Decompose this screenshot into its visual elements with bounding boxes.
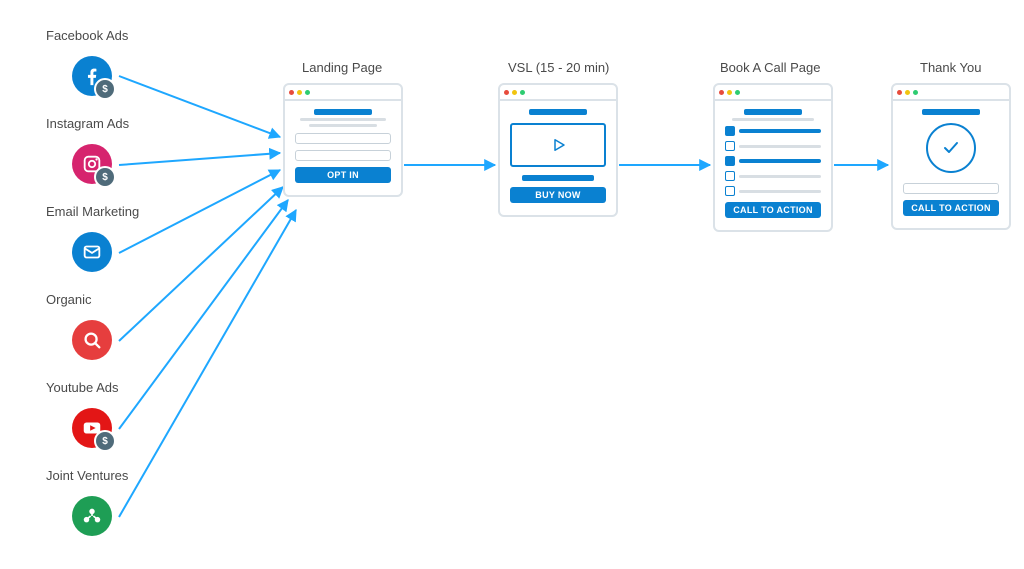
dollar-badge-icon: $ [94,78,116,100]
checklist-row [725,141,821,151]
facebook-icon: $ [72,56,112,96]
page-title-vsl: VSL (15 - 20 min) [508,60,609,75]
form-field-placeholder [295,133,391,144]
video-placeholder [510,123,606,167]
youtube-icon: $ [72,408,112,448]
browser-chrome [285,85,401,101]
checklist-row [725,186,821,196]
traffic-source-label-organic: Organic [46,292,92,307]
page-card-bookcall: CALL TO ACTION [713,83,833,232]
heading-placeholder [314,109,372,115]
browser-chrome [893,85,1009,101]
subheading-placeholder [522,175,594,181]
funnel-diagram: Facebook Ads $ Instagram Ads $ Email Mar… [0,0,1024,569]
page-card-thankyou: CALL TO ACTION [891,83,1011,230]
arrow-organic-to-landing [119,187,283,341]
success-check-icon [926,123,976,173]
checklist-row [725,126,821,136]
instagram-icon: $ [72,144,112,184]
page-title-thankyou: Thank You [920,60,981,75]
arrow-youtube-to-landing [119,200,288,429]
checklist-row [725,171,821,181]
checklist-row [725,156,821,166]
traffic-source-label-facebook: Facebook Ads [46,28,128,43]
optin-button: OPT IN [295,167,391,183]
heading-placeholder [529,109,587,115]
dollar-badge-icon: $ [94,430,116,452]
text-placeholder [309,124,376,127]
arrow-instagram-to-landing [119,153,280,165]
page-card-landing: OPT IN [283,83,403,197]
play-icon [549,136,567,154]
dollar-badge-icon: $ [94,166,116,188]
cta-button: CALL TO ACTION [903,200,999,216]
heading-placeholder [922,109,980,115]
browser-chrome [715,85,831,101]
browser-chrome [500,85,616,101]
page-card-vsl: BUY NOW [498,83,618,217]
traffic-source-label-youtube: Youtube Ads [46,380,119,395]
traffic-source-label-jv: Joint Ventures [46,468,128,483]
cta-button: CALL TO ACTION [725,202,821,218]
text-placeholder [300,118,386,121]
arrow-jv-to-landing [119,210,296,517]
arrow-email-to-landing [119,170,280,253]
traffic-source-label-email: Email Marketing [46,204,139,219]
heading-placeholder [744,109,802,115]
arrow-facebook-to-landing [119,76,280,137]
email-icon [72,232,112,272]
traffic-source-label-instagram: Instagram Ads [46,116,129,131]
text-placeholder [732,118,814,121]
joint-ventures-icon [72,496,112,536]
buynow-button: BUY NOW [510,187,606,203]
page-title-landing: Landing Page [302,60,382,75]
page-title-bookcall: Book A Call Page [720,60,820,75]
organic-search-icon [72,320,112,360]
form-field-placeholder [903,183,999,194]
form-field-placeholder [295,150,391,161]
